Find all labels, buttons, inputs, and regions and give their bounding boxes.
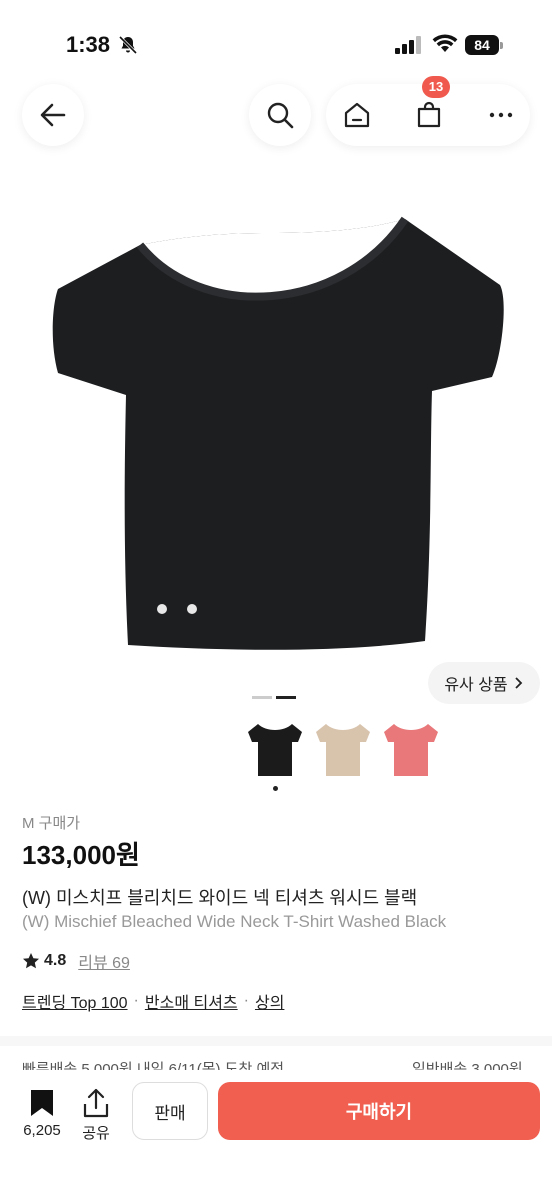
muted-bell-icon xyxy=(118,35,138,55)
category-link[interactable]: 상의 xyxy=(255,989,284,1013)
home-icon[interactable] xyxy=(342,100,372,130)
more-icon[interactable] xyxy=(486,100,516,130)
star-icon xyxy=(23,953,39,969)
thumbnail-pink[interactable] xyxy=(382,718,440,780)
bookmark-count: 6,205 xyxy=(23,1122,61,1139)
similar-products-label: 유사 상품 xyxy=(444,677,508,694)
product-title-korean: (W) 미스치프 블리치드 와이드 넥 티셔츠 워시드 블랙 xyxy=(22,888,418,908)
gallery-pagination xyxy=(252,696,296,699)
cellular-signal-icon xyxy=(395,36,421,54)
bottom-action-bar: 6,205 공유 판매 구매하기 xyxy=(0,1070,552,1200)
sell-button[interactable]: 판매 xyxy=(132,1082,208,1140)
share-button[interactable]: 공유 xyxy=(74,1088,118,1143)
cart-button[interactable] xyxy=(414,100,444,130)
selected-thumbnail-indicator xyxy=(273,786,278,791)
pagination-dot xyxy=(252,696,272,699)
category-link[interactable]: 반소매 티셔츠 xyxy=(145,989,238,1013)
arrow-left-icon xyxy=(40,103,66,127)
wifi-icon xyxy=(432,34,458,52)
price: 133,000원 xyxy=(22,840,140,870)
nav-actions-group: 13 xyxy=(326,76,530,146)
category-link[interactable]: 트렌딩 Top 100 xyxy=(22,989,128,1013)
rating-row: 4.8 리뷰 69 xyxy=(22,949,130,973)
thumbnail-black[interactable] xyxy=(246,718,304,780)
color-thumbnails xyxy=(246,718,440,780)
section-divider xyxy=(0,1036,552,1046)
battery-icon: 84 xyxy=(465,35,503,55)
category-breadcrumb: 트렌딩 Top 100 · 반소매 티셔츠 · 상의 xyxy=(22,989,284,1013)
search-icon xyxy=(267,102,294,129)
category-separator: · xyxy=(243,992,249,1009)
pagination-dot-active xyxy=(276,696,296,699)
category-separator: · xyxy=(133,992,139,1009)
status-time: 1:38 xyxy=(66,32,111,57)
bookmark-button[interactable]: 6,205 xyxy=(14,1088,70,1139)
cart-count-badge: 13 xyxy=(422,76,450,98)
back-button[interactable] xyxy=(22,84,84,146)
battery-level: 84 xyxy=(465,35,499,55)
similar-products-button[interactable]: 유사 상품 xyxy=(428,662,540,704)
product-image[interactable] xyxy=(40,205,510,655)
status-bar: 1:38 84 xyxy=(0,0,552,88)
bookmark-icon xyxy=(31,1090,53,1116)
size-price-label: M 구매가 xyxy=(22,815,81,832)
search-button[interactable] xyxy=(249,84,311,146)
share-icon xyxy=(83,1088,109,1118)
product-title-english: (W) Mischief Bleached Wide Neck T-Shirt … xyxy=(22,912,447,931)
thumbnail-beige[interactable] xyxy=(314,718,372,780)
share-label: 공유 xyxy=(82,1125,110,1142)
shopping-bag-icon xyxy=(417,101,441,128)
buy-button[interactable]: 구매하기 xyxy=(218,1082,540,1140)
review-link[interactable]: 리뷰 69 xyxy=(78,949,130,973)
chevron-right-icon xyxy=(515,677,522,689)
rating-score: 4.8 xyxy=(44,952,67,969)
